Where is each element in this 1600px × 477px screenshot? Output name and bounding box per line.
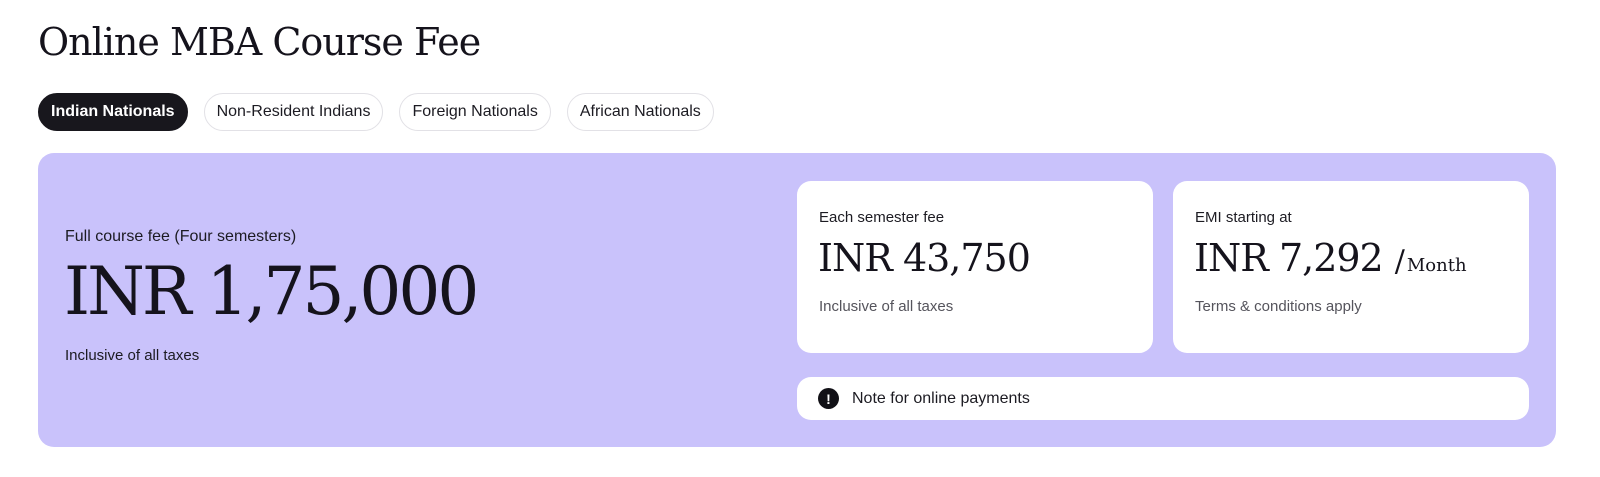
tab-indian-nationals[interactable]: Indian Nationals	[38, 93, 188, 131]
full-fee-amount: INR 1,75,000	[64, 253, 479, 330]
online-payment-note-button[interactable]: ! Note for online payments	[797, 377, 1529, 420]
emi-label: EMI starting at	[1195, 209, 1292, 226]
full-fee-note: Inclusive of all taxes	[65, 347, 200, 364]
emi-unit-slash: /	[1394, 244, 1405, 279]
emi-unit-label: Month	[1406, 255, 1467, 276]
fee-panel: Full course fee (Four semesters) INR 1,7…	[38, 153, 1556, 447]
emi-note: Terms & conditions apply	[1195, 298, 1362, 315]
nationality-tabs: Indian Nationals Non-Resident Indians Fo…	[38, 93, 714, 131]
emi-unit: / Month	[1395, 244, 1467, 279]
semester-fee-note: Inclusive of all taxes	[819, 298, 954, 315]
exclamation-circle-icon: !	[818, 388, 839, 409]
semester-fee-label: Each semester fee	[819, 209, 945, 226]
emi-card: EMI starting at INR 7,292 / Month Terms …	[1173, 181, 1529, 353]
tab-foreign-nationals[interactable]: Foreign Nationals	[399, 93, 551, 131]
semester-fee-amount-row: INR 43,750	[818, 236, 1031, 280]
emi-amount: INR 7,292	[1194, 236, 1384, 280]
online-payment-note-text: Note for online payments	[852, 389, 1030, 407]
page-title: Online MBA Course Fee	[38, 20, 481, 64]
semester-fee-amount: INR 43,750	[818, 236, 1031, 280]
semester-fee-card: Each semester fee INR 43,750 Inclusive o…	[797, 181, 1153, 353]
full-fee-label: Full course fee (Four semesters)	[65, 228, 297, 245]
course-fee-section: Online MBA Course Fee Indian Nationals N…	[0, 0, 1600, 477]
emi-amount-row: INR 7,292 / Month	[1194, 236, 1467, 280]
tab-non-resident-indians[interactable]: Non-Resident Indians	[203, 93, 384, 131]
tab-african-nationals[interactable]: African Nationals	[566, 93, 714, 131]
